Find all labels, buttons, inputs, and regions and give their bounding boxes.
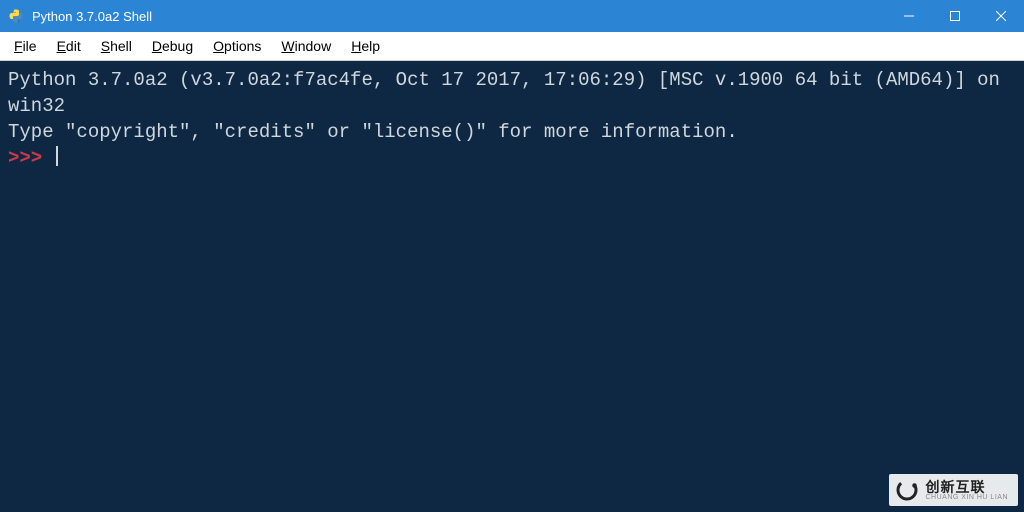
minimize-button[interactable] xyxy=(886,0,932,32)
window-buttons xyxy=(886,0,1024,32)
app-window: Python 3.7.0a2 Shell File Edit Shell Deb… xyxy=(0,0,1024,512)
watermark-subtext: CHUANG XIN HU LIAN xyxy=(925,494,1008,501)
text-cursor xyxy=(56,146,58,166)
banner-line-1: Python 3.7.0a2 (v3.7.0a2:f7ac4fe, Oct 17… xyxy=(8,69,1011,117)
menu-shell[interactable]: Shell xyxy=(91,35,142,57)
app-icon xyxy=(8,8,24,24)
menu-edit[interactable]: Edit xyxy=(47,35,91,57)
prompt: >>> xyxy=(8,147,54,169)
close-button[interactable] xyxy=(978,0,1024,32)
titlebar: Python 3.7.0a2 Shell xyxy=(0,0,1024,32)
watermark-logo-icon xyxy=(895,478,919,502)
maximize-button[interactable] xyxy=(932,0,978,32)
menu-options[interactable]: Options xyxy=(203,35,271,57)
watermark: 创新互联 CHUANG XIN HU LIAN xyxy=(889,474,1018,506)
banner-line-2: Type "copyright", "credits" or "license(… xyxy=(8,121,738,143)
window-title: Python 3.7.0a2 Shell xyxy=(32,9,886,24)
menubar: File Edit Shell Debug Options Window Hel… xyxy=(0,32,1024,61)
menu-file[interactable]: File xyxy=(4,35,47,57)
shell-output[interactable]: Python 3.7.0a2 (v3.7.0a2:f7ac4fe, Oct 17… xyxy=(0,61,1024,512)
watermark-text: 创新互联 xyxy=(925,480,1008,494)
menu-window[interactable]: Window xyxy=(271,35,341,57)
menu-debug[interactable]: Debug xyxy=(142,35,203,57)
menu-help[interactable]: Help xyxy=(341,35,390,57)
